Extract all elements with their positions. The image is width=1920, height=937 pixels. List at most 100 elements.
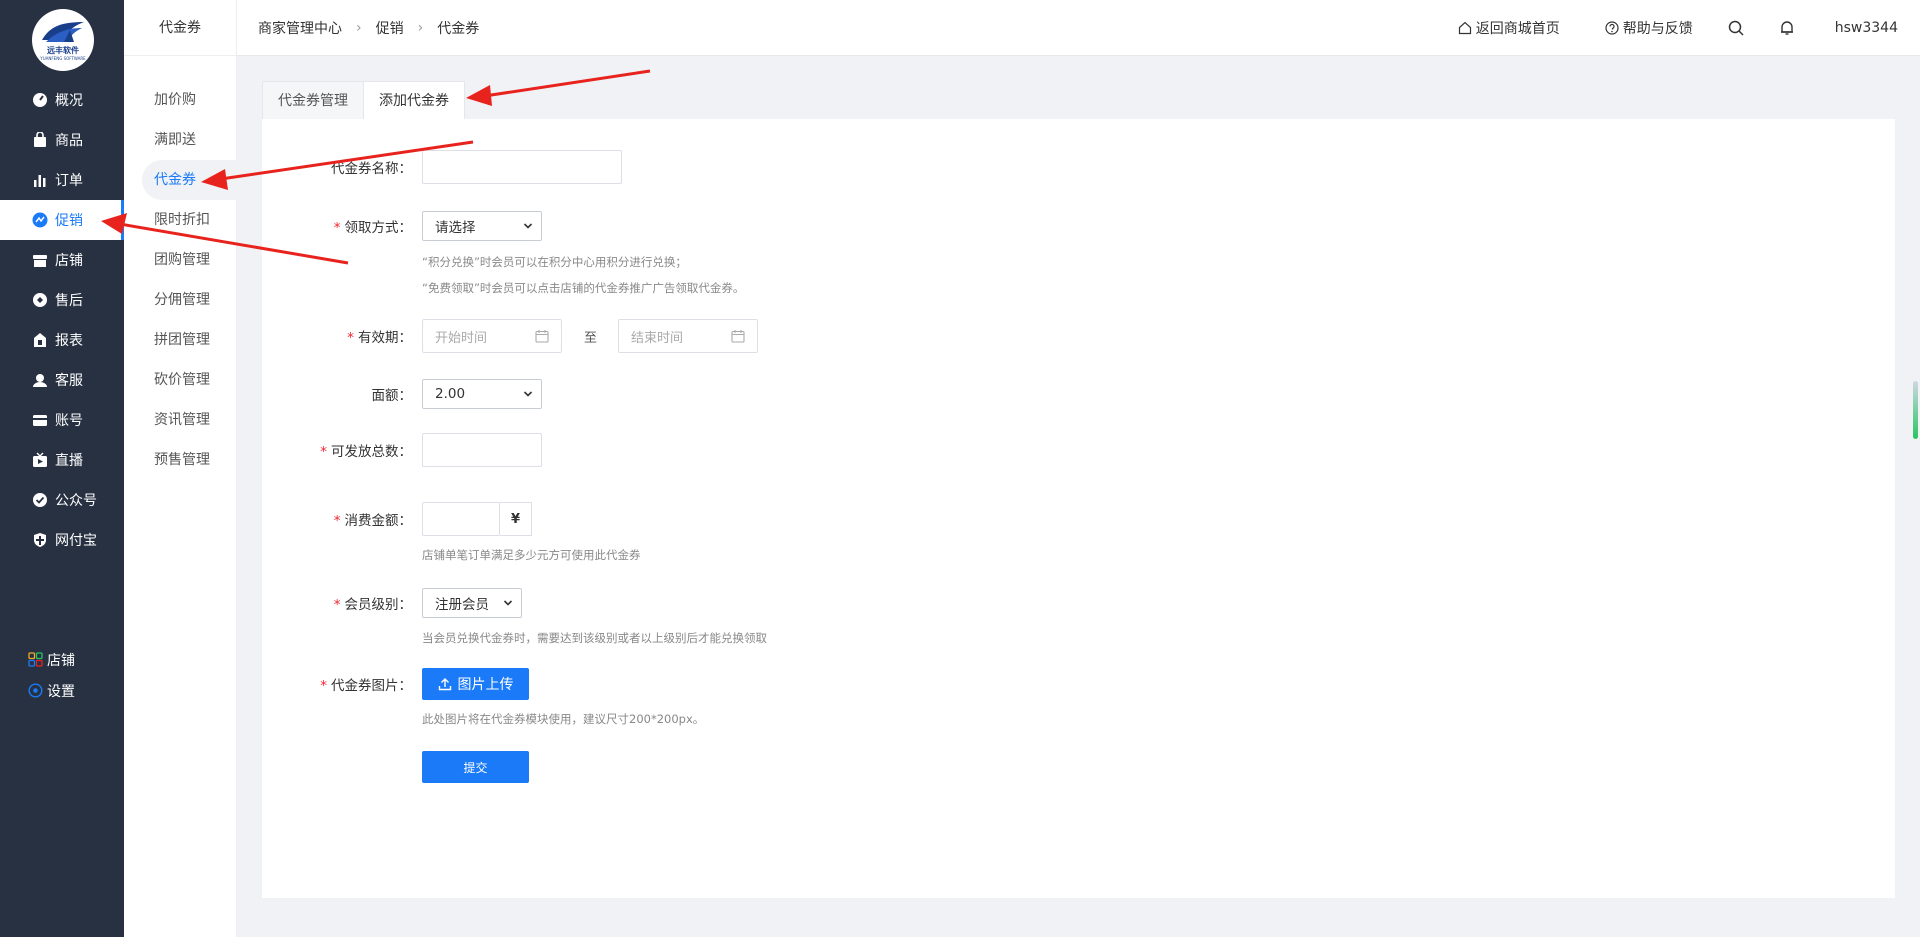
logo-text: 远丰软件 [47, 44, 79, 55]
sidebar-item-reports[interactable]: 报表 [0, 320, 124, 360]
receive-hint-free: “免费领取”时会员可以点击店铺的代金券推广广告领取代金券。 [422, 281, 745, 295]
submenu-item-voucher[interactable]: 代金券 [142, 160, 237, 200]
help-icon [1605, 21, 1619, 35]
submenu-item-team-buy[interactable]: 拼团管理 [124, 320, 237, 360]
voucher-image-row: * 代金券图片： 图片上传 [262, 668, 529, 700]
official-account-icon [33, 493, 47, 507]
chevron-down-icon [523, 223, 533, 229]
live-icon [33, 452, 47, 467]
after-sale-icon [33, 293, 47, 307]
submenu-item-presale[interactable]: 预售管理 [124, 440, 237, 480]
total-count-row: * 可发放总数： [262, 433, 542, 467]
sidebar-item-label: 直播 [55, 453, 83, 469]
face-value-select[interactable]: 2.00 [422, 379, 542, 409]
required-mark: * [320, 444, 327, 460]
sidebar-item-account[interactable]: 账号 [0, 400, 124, 440]
page-scrollbar[interactable] [1910, 56, 1920, 937]
consume-amount-hint: 店铺单笔订单满足多少元方可使用此代金券 [422, 548, 641, 562]
annotation-arrow-add-tab [466, 69, 651, 106]
settings-icon [28, 683, 43, 698]
sidebar-item-overview[interactable]: 概况 [0, 80, 124, 120]
breadcrumb-separator-icon: › [356, 20, 362, 36]
sidebar-item-label: 店铺 [55, 253, 83, 269]
voucher-name-input[interactable] [422, 150, 622, 184]
submenu-item-flash-discount[interactable]: 限时折扣 [124, 200, 237, 240]
company-logo[interactable]: 远丰软件 YUANFENG SOFTWARE [32, 9, 94, 71]
sidebar-item-label: 售后 [55, 293, 83, 309]
submit-button[interactable]: 提交 [422, 751, 529, 783]
sidebar-item-live[interactable]: 直播 [0, 440, 124, 480]
sidebar-bottom-settings[interactable]: 设置 [28, 675, 75, 706]
member-level-select[interactable]: 注册会员 [422, 588, 522, 618]
submenu-item-commission[interactable]: 分佣管理 [124, 280, 237, 320]
sidebar-item-after-sale[interactable]: 售后 [0, 280, 124, 320]
voucher-name-label: 代金券名称： [262, 157, 422, 177]
required-mark: * [333, 220, 341, 236]
breadcrumb-promotion[interactable]: 促销 [376, 18, 404, 38]
required-mark: * [333, 597, 341, 613]
member-level-row: * 会员级别： 注册会员 [262, 588, 522, 618]
submenu-item-full-gift[interactable]: 满即送 [124, 120, 237, 160]
bell-icon [1780, 21, 1793, 35]
sidebar-item-label: 公众号 [55, 493, 97, 509]
submenu-list: 加价购 满即送 代金券 限时折扣 团购管理 分佣管理 拼团管理 砍价管理 资讯管… [124, 80, 237, 480]
submenu-item-bargain[interactable]: 砍价管理 [124, 360, 237, 400]
submenu-title: 代金券 [124, 0, 236, 56]
required-mark: * [347, 330, 354, 346]
scrollbar-thumb[interactable] [1913, 381, 1918, 439]
submenu-item-news[interactable]: 资讯管理 [124, 400, 237, 440]
sidebar-item-label: 概况 [55, 93, 83, 109]
promotion-submenu: 代金券 加价购 满即送 代金券 限时折扣 团购管理 分佣管理 拼团管理 砍价管理… [124, 0, 237, 937]
member-level-label: * 会员级别： [262, 593, 422, 613]
tab-add-voucher[interactable]: 添加代金券 [363, 81, 465, 120]
sidebar-item-label: 客服 [55, 373, 83, 389]
validity-row: * 有效期： 开始时间 至 结束时间 [262, 319, 759, 353]
tab-voucher-management[interactable]: 代金券管理 [262, 81, 364, 120]
sidebar-item-orders[interactable]: 订单 [0, 160, 124, 200]
voucher-image-label: * 代金券图片： [262, 674, 422, 694]
sidebar-item-netpay[interactable]: 网付宝 [0, 520, 124, 560]
sidebar-item-customer-service[interactable]: 客服 [0, 360, 124, 400]
sidebar-item-label: 账号 [55, 413, 83, 429]
add-voucher-form: 代金券名称： * 领取方式： 请选择 “积分兑换”时会员可以在积分中心用积分进行兑… [262, 119, 1895, 898]
face-value-label-text: 面额： [371, 388, 413, 404]
sidebar-item-store[interactable]: 店铺 [0, 240, 124, 280]
shield-pay-icon [34, 533, 46, 547]
start-date-input[interactable]: 开始时间 [422, 319, 562, 353]
breadcrumb-voucher: 代金券 [437, 21, 480, 37]
receive-method-select[interactable]: 请选择 [422, 211, 542, 241]
sidebar-item-official-account[interactable]: 公众号 [0, 480, 124, 520]
total-count-input[interactable] [422, 433, 542, 467]
search-button[interactable] [1728, 20, 1744, 36]
member-level-hint: 当会员兑换代金券时，需要达到该级别或者以上级别后才能兑换领取 [422, 631, 767, 645]
help-feedback-link[interactable]: 帮助与反馈 [1605, 18, 1693, 38]
bottom-link-label: 设置 [47, 683, 75, 700]
return-home-link[interactable]: 返回商城首页 [1458, 18, 1560, 38]
breadcrumb-merchant-center[interactable]: 商家管理中心 [258, 18, 342, 38]
required-mark: * [333, 513, 341, 529]
sidebar-nav: 概况 商品 订单 促销 店铺 售后 报表 客服 账号 直播 公众号 网付宝 [0, 80, 124, 560]
notification-button[interactable] [1779, 20, 1795, 36]
receive-method-value: 请选择 [435, 220, 476, 236]
sidebar-item-products[interactable]: 商品 [0, 120, 124, 160]
calendar-icon [535, 330, 549, 343]
sidebar-bottom-store[interactable]: 店铺 [28, 644, 75, 675]
voucher-tabs: 代金券管理 添加代金券 [262, 81, 465, 120]
username[interactable]: hsw3344 [1835, 20, 1898, 36]
end-date-input[interactable]: 结束时间 [618, 319, 759, 353]
voucher-name-label-text: 代金券名称： [331, 161, 412, 177]
calendar-icon [731, 330, 745, 343]
logo-bird-icon [42, 21, 84, 42]
consume-amount-input[interactable] [422, 502, 500, 536]
sidebar-item-label: 报表 [55, 333, 83, 349]
account-card-icon [33, 415, 47, 426]
dashboard-icon [33, 93, 47, 107]
submenu-item-markup-buy[interactable]: 加价购 [124, 80, 237, 120]
report-icon [34, 333, 46, 347]
submenu-item-group-buy[interactable]: 团购管理 [124, 240, 237, 280]
upload-button-label: 图片上传 [457, 677, 514, 693]
breadcrumb-separator-icon: › [417, 20, 424, 36]
sidebar-item-promotion[interactable]: 促销 [0, 200, 124, 240]
main-sidebar: 远丰软件 YUANFENG SOFTWARE 概况 商品 订单 促销 店铺 售后 [0, 0, 124, 937]
image-upload-button[interactable]: 图片上传 [422, 668, 529, 700]
